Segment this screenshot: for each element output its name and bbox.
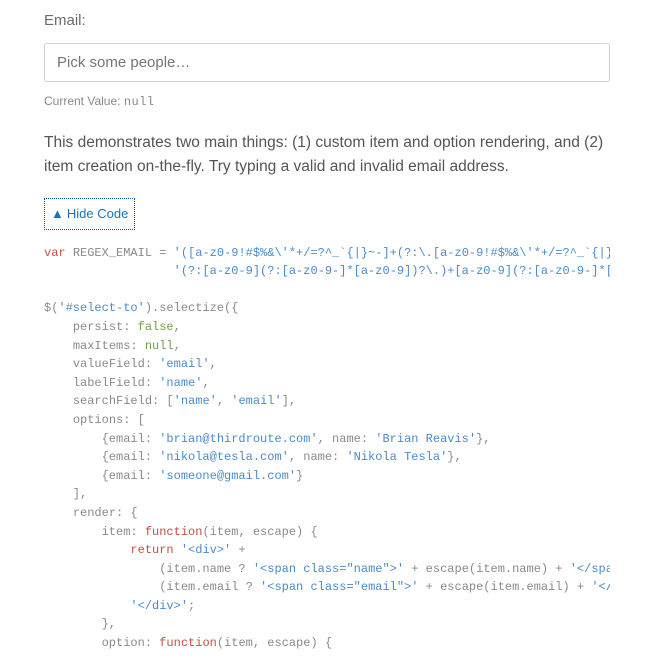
triangle-up-icon: ▲	[51, 206, 64, 221]
email-label: Email:	[44, 10, 610, 33]
hide-code-toggle[interactable]: ▲Hide Code	[44, 198, 135, 230]
demo-description: This demonstrates two main things: (1) c…	[44, 131, 610, 181]
current-value-value: null	[124, 95, 155, 109]
hide-code-label: Hide Code	[67, 206, 128, 221]
current-value-display: Current Value: null	[44, 92, 610, 111]
current-value-label: Current Value:	[44, 94, 124, 108]
code-block: var REGEX_EMAIL = '([a-z0-9!#$%&\'*+/=?^…	[44, 244, 610, 653]
email-select-input[interactable]	[44, 43, 610, 82]
